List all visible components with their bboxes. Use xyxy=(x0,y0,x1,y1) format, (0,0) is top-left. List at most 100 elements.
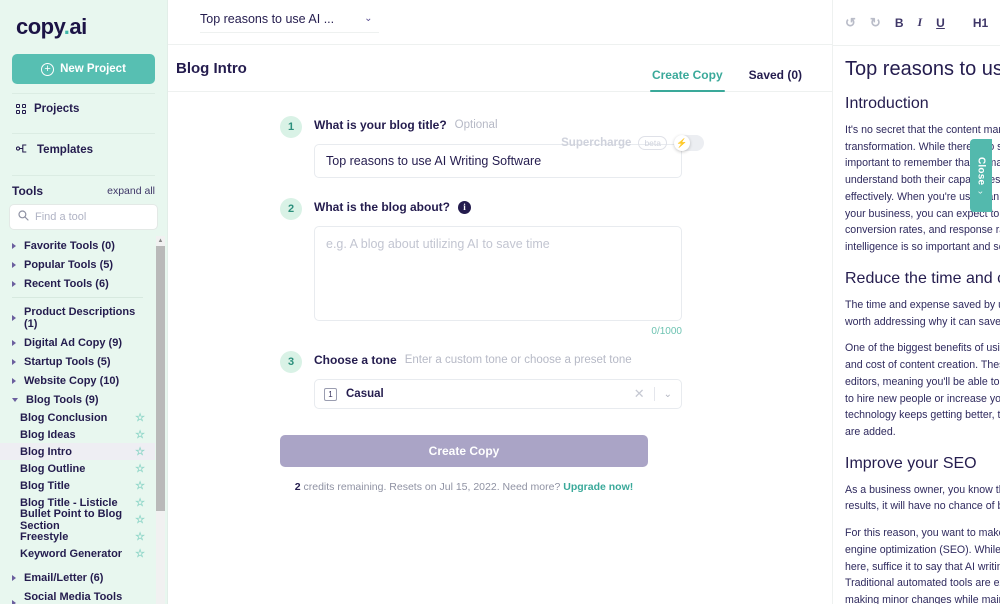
step-3-label: Choose a tone xyxy=(314,353,397,367)
tool-item-blog-outline[interactable]: Blog Outline ☆ xyxy=(0,460,155,477)
supercharge-label: Supercharge xyxy=(561,137,632,149)
section-heading: Introduction xyxy=(845,95,929,112)
star-icon[interactable]: ☆ xyxy=(135,513,145,526)
logo-suffix: ai xyxy=(69,14,87,39)
tool-group-label: Digital Ad Copy (9) xyxy=(24,336,122,349)
logo-text: copy xyxy=(16,14,64,39)
heading-1-button[interactable]: H1 xyxy=(973,16,988,30)
project-selector[interactable]: Top reasons to use AI ... ⌄ xyxy=(200,12,379,33)
brand-logo: copy.ai xyxy=(0,0,167,46)
close-editor-tab[interactable]: Close › xyxy=(970,139,992,212)
tool-group-digital-ad-copy[interactable]: Digital Ad Copy (9) xyxy=(0,333,155,352)
expand-all-link[interactable]: expand all xyxy=(107,185,155,197)
chevron-right-icon xyxy=(12,261,16,268)
tool-group-label: Startup Tools (5) xyxy=(24,355,111,368)
tool-group-email-letter[interactable]: Email/Letter (6) xyxy=(0,568,155,587)
underline-button[interactable]: U xyxy=(936,16,945,30)
supercharge-control: Supercharge beta ⚡ xyxy=(561,135,704,151)
undo-icon[interactable]: ↺ xyxy=(845,15,856,31)
blog-about-textarea[interactable]: e.g. A blog about utilizing AI to save t… xyxy=(314,226,682,321)
blog-title-value: Top reasons to use AI Writing Software xyxy=(326,154,542,168)
tool-item-label: Blog Outline xyxy=(20,462,86,475)
form-step-2: 2 What is the blog about? i e.g. A blog … xyxy=(280,196,832,337)
search-input-placeholder[interactable]: Find a tool xyxy=(35,211,86,223)
tool-group-favorite[interactable]: Favorite Tools (0) xyxy=(0,236,155,255)
info-icon[interactable]: i xyxy=(457,200,471,214)
tool-item-bullet-point-to-blog-section[interactable]: Bullet Point to Blog Section ☆ xyxy=(0,508,155,532)
paragraph: As a business owner, you know that if yo… xyxy=(845,483,1000,513)
tool-item-keyword-generator[interactable]: Keyword Generator ☆ xyxy=(0,545,155,562)
step-number-badge: 1 xyxy=(280,116,302,138)
tool-group-label: Blog Tools (9) xyxy=(26,393,99,406)
tools-list: Favorite Tools (0) Popular Tools (5) Rec… xyxy=(0,236,167,604)
character-counter: 0/1000 xyxy=(651,326,682,337)
star-icon[interactable]: ☆ xyxy=(135,462,145,475)
sidebar-scrollbar-thumb[interactable] xyxy=(156,246,165,511)
tab-bar: Create Copy Saved (0) xyxy=(649,44,832,92)
step-3-hint: Enter a custom tone or choose a preset t… xyxy=(404,354,632,366)
chevron-right-icon xyxy=(12,280,16,287)
sidebar-item-projects[interactable]: Projects xyxy=(0,94,167,124)
tool-group-label: Social Media Tools (16) xyxy=(24,590,123,604)
clear-tone-icon[interactable]: ✕ xyxy=(634,386,645,402)
editor-toolbar: ↺ ↻ B I U H1 H2 xyxy=(833,0,1000,46)
star-icon[interactable]: ☆ xyxy=(135,428,145,441)
chevron-right-icon xyxy=(12,599,16,604)
sidebar-item-templates[interactable]: Templates xyxy=(0,134,167,166)
create-copy-button[interactable]: Create Copy xyxy=(280,435,648,467)
sidebar-item-label: Projects xyxy=(34,103,80,115)
tool-item-label: Freestyle xyxy=(20,530,69,543)
step-number-badge: 2 xyxy=(280,198,302,220)
tool-item-blog-conclusion[interactable]: Blog Conclusion ☆ xyxy=(0,409,155,426)
tool-item-label: Blog Intro xyxy=(20,445,72,458)
plus-circle-icon: + xyxy=(41,62,55,76)
section-heading: Improve your SEO xyxy=(845,454,977,472)
chevron-down-icon xyxy=(12,397,18,402)
tool-group-popular[interactable]: Popular Tools (5) xyxy=(0,255,155,274)
form-step-1: 1 What is your blog title? Optional Top … xyxy=(280,114,832,178)
step-1-optional-hint: Optional xyxy=(454,119,498,131)
star-icon[interactable]: ☆ xyxy=(135,411,145,424)
star-icon[interactable]: ☆ xyxy=(135,547,145,560)
star-icon[interactable]: ☆ xyxy=(135,445,145,458)
chevron-right-icon xyxy=(12,314,16,321)
star-icon[interactable]: ☆ xyxy=(135,479,145,492)
tools-header: Tools expand all xyxy=(0,176,167,202)
form-step-3: 3 Choose a tone Enter a custom tone or c… xyxy=(280,349,832,409)
tool-group-product-descriptions[interactable]: Product Descriptions (1) xyxy=(0,302,155,333)
tool-group-label: Recent Tools (6) xyxy=(24,277,109,290)
tool-item-blog-intro[interactable]: Blog Intro ☆ xyxy=(0,443,155,460)
redo-icon[interactable]: ↻ xyxy=(870,15,881,31)
upgrade-now-link[interactable]: Upgrade now! xyxy=(563,481,633,493)
tool-item-blog-ideas[interactable]: Blog Ideas ☆ xyxy=(0,426,155,443)
tool-group-label: Product Descriptions (1) xyxy=(24,305,136,330)
star-icon[interactable]: ☆ xyxy=(135,496,145,509)
bold-button[interactable]: B xyxy=(895,16,904,30)
italic-button[interactable]: I xyxy=(917,15,922,30)
tool-group-startup-tools[interactable]: Startup Tools (5) xyxy=(0,352,155,371)
star-icon[interactable]: ☆ xyxy=(135,530,145,543)
tab-saved[interactable]: Saved (0) xyxy=(749,68,802,92)
tool-group-social-media-tools[interactable]: Social Media Tools (16) xyxy=(0,587,155,604)
tone-count-badge: 1 xyxy=(324,387,337,401)
editor-content[interactable]: Top reasons to use AI Writing Software I… xyxy=(833,46,1000,604)
scroll-up-arrow-icon[interactable]: ▲ xyxy=(156,236,165,246)
tone-select[interactable]: 1 Casual ✕ ⌄ xyxy=(314,379,682,409)
supercharge-toggle[interactable]: ⚡ xyxy=(674,135,704,151)
step-1-label: What is your blog title? xyxy=(314,118,447,132)
lightning-bolt-icon: ⚡ xyxy=(674,135,690,151)
tool-group-recent[interactable]: Recent Tools (6) xyxy=(0,274,155,293)
tool-item-label: Keyword Generator xyxy=(20,547,123,560)
tab-create-copy[interactable]: Create Copy xyxy=(649,68,725,92)
paragraph: For this reason, you want to make sure t… xyxy=(845,527,1000,604)
generator-form: 1 What is your blog title? Optional Top … xyxy=(168,92,832,493)
chevron-right-icon xyxy=(12,242,16,249)
chevron-right-icon xyxy=(12,339,16,346)
tool-item-blog-title[interactable]: Blog Title ☆ xyxy=(0,477,155,494)
new-project-button[interactable]: + New Project xyxy=(12,54,155,84)
chevron-down-icon[interactable]: ⌄ xyxy=(664,389,672,400)
tool-group-blog-tools[interactable]: Blog Tools (9) xyxy=(0,390,155,409)
tool-group-website-copy[interactable]: Website Copy (10) xyxy=(0,371,155,390)
search-tool-box[interactable]: Find a tool xyxy=(9,204,158,230)
paragraph: The time and expense saved by using AI w… xyxy=(845,298,1000,328)
